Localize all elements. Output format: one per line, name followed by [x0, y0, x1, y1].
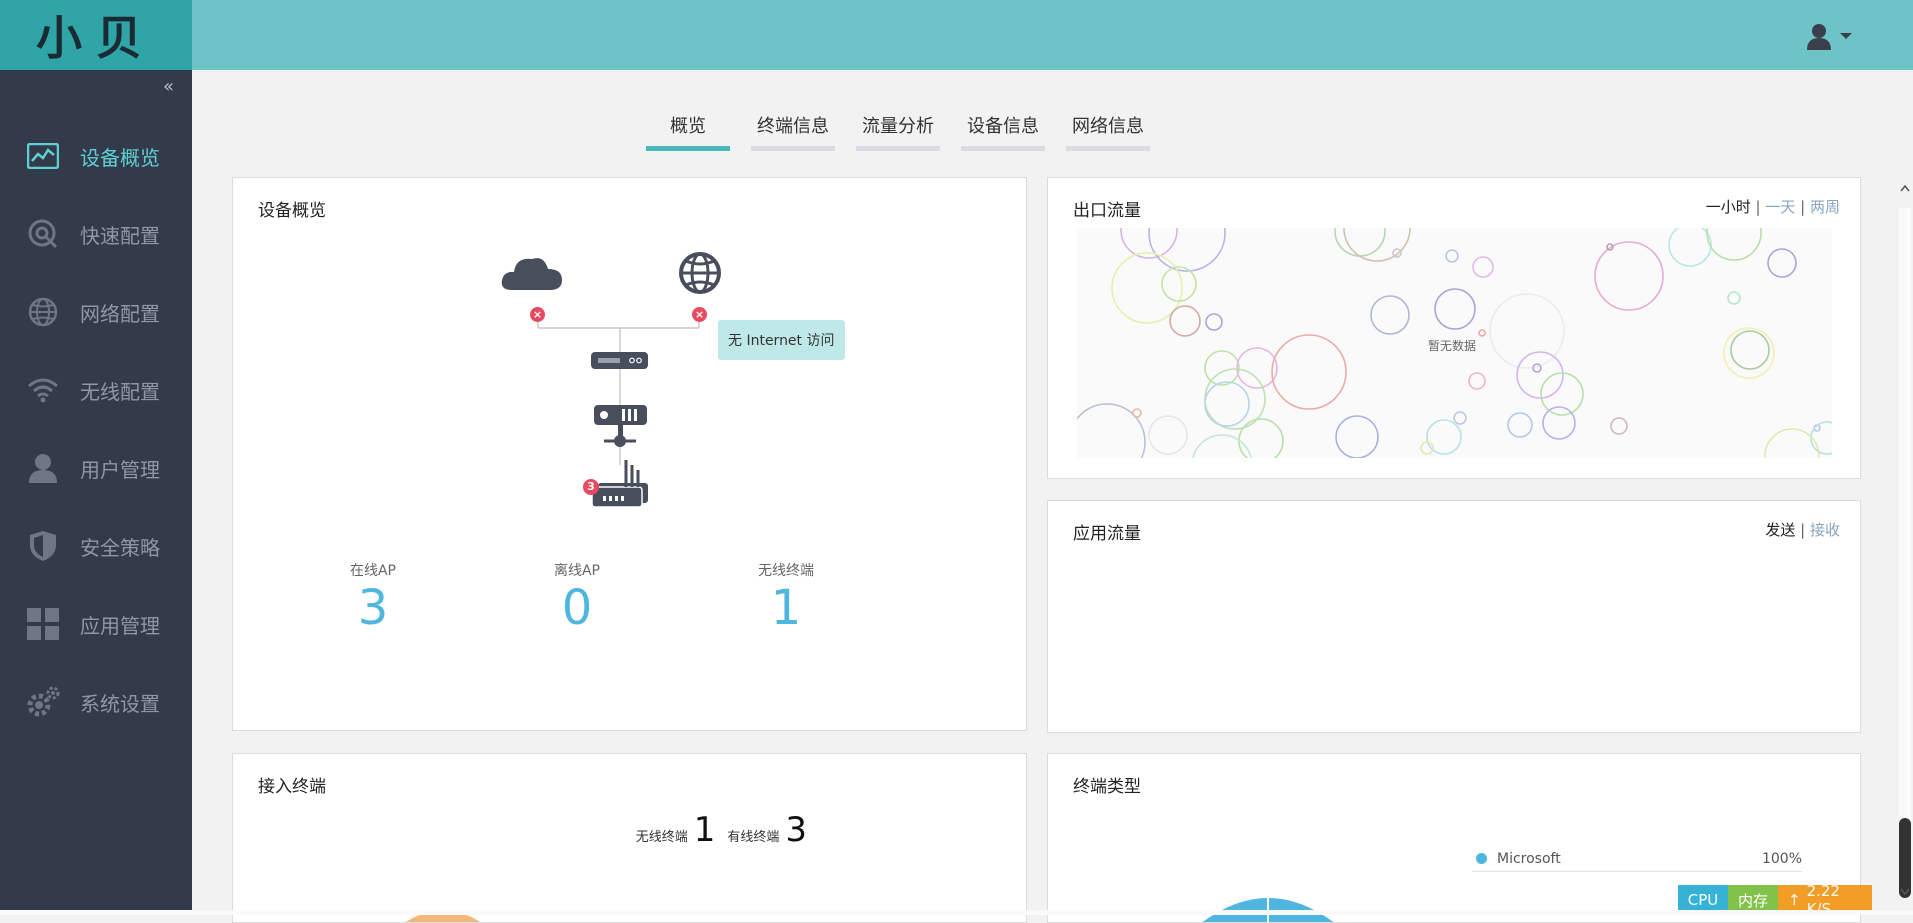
no-internet-tooltip: 无 Internet 访问 [718, 320, 845, 360]
sidebar-item-security-policy[interactable]: 安全策略 [0, 516, 192, 576]
sidebar-item-label: 设备概览 [80, 145, 160, 170]
switch-icon [594, 405, 647, 447]
main-tabs: 概览 终端信息 流量分析 设备信息 网络信息 [646, 112, 1150, 151]
stat-offline-ap: 离线AP 0 [517, 560, 637, 636]
wireless-value: 1 [693, 810, 716, 850]
tab-overview[interactable]: 概览 [646, 112, 730, 151]
router-icon [591, 352, 648, 369]
tab-traffic-analysis[interactable]: 流量分析 [856, 112, 940, 151]
sidebar-item-device-overview[interactable]: 设备概览 [0, 126, 192, 186]
card-title: 应用流量 [1073, 524, 1141, 544]
user-icon [1807, 24, 1831, 50]
cloud-icon [501, 258, 562, 290]
sidebar-item-app-management[interactable]: 应用管理 [0, 594, 192, 654]
tab-terminal-info[interactable]: 终端信息 [751, 112, 835, 151]
sidebar-item-user-management[interactable]: 用户管理 [0, 438, 192, 498]
mode-receive[interactable]: 接收 [1810, 521, 1840, 539]
sidebar-item-label: 网络配置 [80, 301, 160, 326]
tab-network-info[interactable]: 网络信息 [1066, 112, 1150, 151]
stat-label: 在线AP [349, 563, 397, 579]
globe-icon [679, 252, 721, 294]
sidebar-item-wireless-config[interactable]: 无线配置 [0, 360, 192, 420]
page-scrollbar[interactable] [1897, 178, 1913, 903]
app-logo[interactable]: 小贝 [0, 0, 192, 70]
scroll-thumb[interactable] [1899, 818, 1911, 898]
shield-icon [26, 529, 60, 563]
sidebar-item-label: 安全策略 [80, 535, 160, 560]
traffic-mode-selector: 发送 | 接收 [1765, 521, 1840, 539]
legend-item: Microsoft 100% [1472, 846, 1802, 872]
user-icon [26, 451, 60, 485]
tab-device-info[interactable]: 设备信息 [961, 112, 1045, 151]
gears-icon [26, 685, 60, 719]
wired-label: 有线终端 [727, 830, 780, 845]
upload-arrow-icon: ↑ [1788, 891, 1801, 909]
user-menu[interactable] [1807, 22, 1853, 50]
legend-color-dot [1476, 853, 1487, 864]
terminal-types-pie [1202, 888, 1334, 922]
card-title: 终端类型 [1073, 777, 1141, 797]
stat-value: 3 [357, 580, 389, 636]
sidebar-item-label: 系统设置 [80, 691, 160, 716]
sidebar-item-label: 快速配置 [80, 223, 160, 248]
legend-percent: 100% [1761, 850, 1802, 867]
grid-icon [26, 607, 60, 641]
scroll-up-icon[interactable] [1900, 184, 1910, 192]
legend-name: Microsoft [1497, 850, 1561, 867]
sidebar-item-label: 无线配置 [80, 379, 160, 404]
stat-wireless-terminals: 无线终端 1 [726, 560, 846, 636]
range-one-day[interactable]: 一天 [1765, 198, 1795, 216]
mode-send[interactable]: 发送 [1765, 521, 1795, 539]
time-range-selector: 一小时 | 一天 | 两周 [1705, 198, 1840, 216]
sidebar-collapse-button[interactable]: « [163, 76, 174, 97]
no-data-label: 暂无数据 [1428, 339, 1477, 353]
sidebar-item-network-config[interactable]: 网络配置 [0, 282, 192, 342]
stat-value: 0 [561, 580, 593, 636]
top-header: 小贝 [0, 0, 1913, 70]
stat-label: 无线终端 [758, 563, 814, 579]
globe-icon [26, 295, 60, 329]
access-point-icon [591, 460, 648, 508]
chevron-down-icon [1840, 33, 1852, 39]
sidebar-item-label: 用户管理 [80, 457, 160, 482]
card-title: 设备概览 [258, 201, 326, 221]
topology-diagram [501, 252, 721, 508]
sidebar: « 设备概览 快速配置 网络配置 无线配置 用户管理 安全策略 应用管理 系统设… [0, 70, 192, 915]
ap-count-badge: 3 [583, 479, 599, 495]
app-traffic-card: 应用流量 发送 | 接收 [1047, 500, 1861, 733]
wireless-label: 无线终端 [635, 830, 688, 845]
scroll-track[interactable] [1899, 208, 1911, 868]
range-one-hour[interactable]: 一小时 [1706, 198, 1751, 216]
terminal-counts: 无线终端 1 有线终端 3 [636, 810, 813, 850]
sidebar-item-quick-config[interactable]: 快速配置 [0, 204, 192, 264]
window-bottom-edge [0, 910, 1913, 915]
error-badge-cloud: × [530, 307, 545, 322]
error-badge-internet: × [692, 307, 707, 322]
stat-value: 1 [770, 580, 802, 636]
wifi-icon [26, 373, 60, 407]
access-terminals-card: 接入终端 [232, 753, 1027, 923]
sidebar-item-label: 应用管理 [80, 613, 160, 638]
scroll-down-icon[interactable] [1900, 888, 1910, 896]
quick-config-icon [26, 217, 60, 251]
wired-value: 3 [785, 810, 807, 850]
range-two-weeks[interactable]: 两周 [1810, 198, 1840, 216]
activity-chart-icon [26, 139, 60, 173]
card-title: 出口流量 [1073, 201, 1141, 221]
stat-online-ap: 在线AP 3 [313, 560, 433, 636]
card-title: 接入终端 [258, 777, 326, 797]
stat-label: 离线AP [553, 563, 601, 579]
sidebar-item-system-settings[interactable]: 系统设置 [0, 672, 192, 732]
